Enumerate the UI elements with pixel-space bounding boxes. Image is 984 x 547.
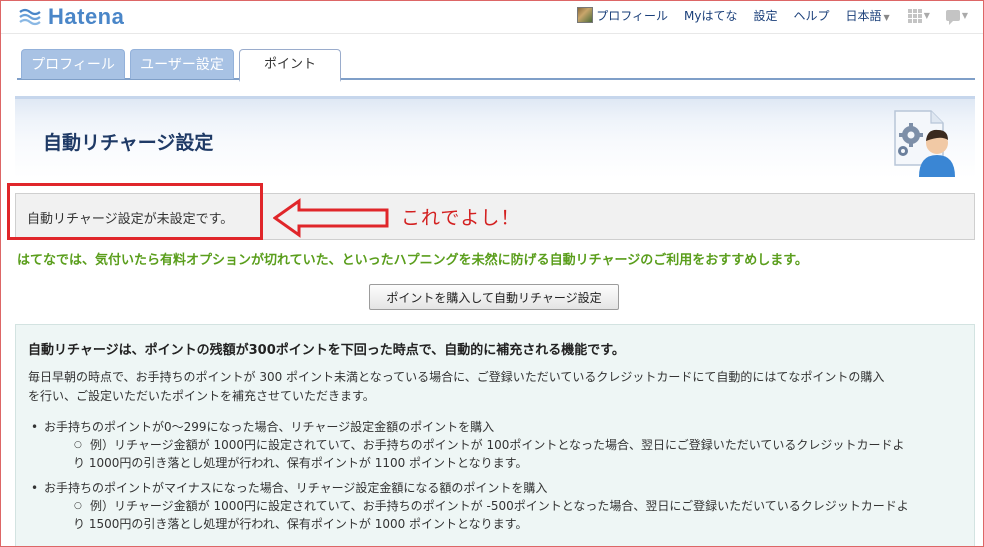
hatena-logo-icon bbox=[19, 8, 41, 26]
services-grid-icon[interactable] bbox=[907, 8, 922, 23]
list-item-text: お手持ちのポイントがマイナスになった場合、リチャージ設定金額になる額のポイントを… bbox=[44, 481, 548, 495]
recommend-message: はてなでは、気付いたら有料オプションが切れていた、といったハプニングを未然に防げ… bbox=[17, 253, 808, 268]
settings-user-icon bbox=[894, 110, 955, 177]
example-line: り 1000円の引き落とし処理が行われ、保有ポイントが 1100 ポイントとなり… bbox=[73, 456, 528, 470]
example-line: り 1500円の引き落とし処理が行われ、保有ポイントが 1000 ポイントとなり… bbox=[73, 517, 528, 531]
explanation-paragraph: 毎日早朝の時点で、お手持ちのポイントが 300 ポイント未満となっている場合に、… bbox=[28, 368, 963, 406]
nav-help[interactable]: ヘルプ bbox=[794, 7, 830, 24]
nav-profile-label: プロフィール bbox=[596, 9, 669, 23]
chevron-down-icon: ▼ bbox=[923, 11, 930, 20]
list-item: お手持ちのポイントが0～299になった場合、リチャージ設定金額のポイントを購入 … bbox=[28, 418, 968, 472]
nav-profile[interactable]: プロフィール bbox=[577, 7, 668, 24]
title-band: 自動リチャージ設定 bbox=[15, 96, 975, 178]
buy-points-button[interactable]: ポイントを購入して自動リチャージ設定 bbox=[369, 284, 619, 310]
example-item: 例）リチャージ金額が 1000円に設定されていて、お手持ちのポイントが 100ポ… bbox=[44, 436, 968, 472]
hatena-logo[interactable]: Hatena bbox=[18, 4, 124, 30]
nav-settings[interactable]: 設定 bbox=[753, 7, 777, 24]
example-line: 例）リチャージ金額が 1000円に設定されていて、お手持ちのポイントが -500… bbox=[90, 499, 909, 513]
list-item-text: お手持ちのポイントが0～299になった場合、リチャージ設定金額のポイントを購入 bbox=[44, 420, 495, 434]
language-label: 日本語 bbox=[845, 9, 882, 23]
explanation-paragraph-line: を行い、ご設定いただいたポイントを補充させていただきます。 bbox=[28, 389, 375, 403]
top-nav: プロフィール Myはてな 設定 ヘルプ 日本語 ▼ ▼ ▼ bbox=[561, 7, 968, 25]
tab-user-settings[interactable]: ユーザー設定 bbox=[130, 49, 234, 79]
nav-language[interactable]: 日本語 ▼ bbox=[846, 7, 890, 24]
logo-text: Hatena bbox=[48, 4, 125, 29]
left-arrow-icon bbox=[273, 198, 389, 238]
example-line: 例）リチャージ金額が 1000円に設定されていて、お手持ちのポイントが 100ポ… bbox=[90, 438, 905, 452]
explanation-panel: 自動リチャージは、ポイントの残額が300ポイントを下回った時点で、自動的に補充さ… bbox=[15, 324, 975, 547]
avatar bbox=[577, 7, 594, 23]
chevron-down-icon: ▼ bbox=[961, 11, 968, 20]
chevron-down-icon: ▼ bbox=[883, 13, 890, 22]
page-title: 自動リチャージ設定 bbox=[43, 132, 214, 154]
tab-points[interactable]: ポイント bbox=[239, 49, 341, 82]
annotation-text: これでよし！ bbox=[401, 207, 521, 229]
explanation-list: お手持ちのポイントが0～299になった場合、リチャージ設定金額のポイントを購入 … bbox=[28, 418, 968, 540]
nav-my-hatena[interactable]: Myはてな bbox=[684, 7, 737, 24]
global-header: Hatena プロフィール Myはてな 設定 ヘルプ 日本語 ▼ ▼ ▼ bbox=[0, 0, 984, 34]
explanation-lead: 自動リチャージは、ポイントの残額が300ポイントを下回った時点で、自動的に補充さ… bbox=[28, 343, 625, 358]
notification-bubble-icon[interactable] bbox=[945, 10, 960, 25]
list-item: お手持ちのポイントがマイナスになった場合、リチャージ設定金額になる額のポイントを… bbox=[28, 479, 968, 533]
tab-bar: プロフィール ユーザー設定 ポイント bbox=[17, 49, 975, 82]
tab-profile[interactable]: プロフィール bbox=[21, 49, 125, 79]
highlight-box bbox=[7, 183, 263, 240]
explanation-paragraph-line: 毎日早朝の時点で、お手持ちのポイントが 300 ポイント未満となっている場合に、… bbox=[28, 370, 885, 384]
example-item: 例）リチャージ金額が 1000円に設定されていて、お手持ちのポイントが -500… bbox=[44, 497, 968, 533]
